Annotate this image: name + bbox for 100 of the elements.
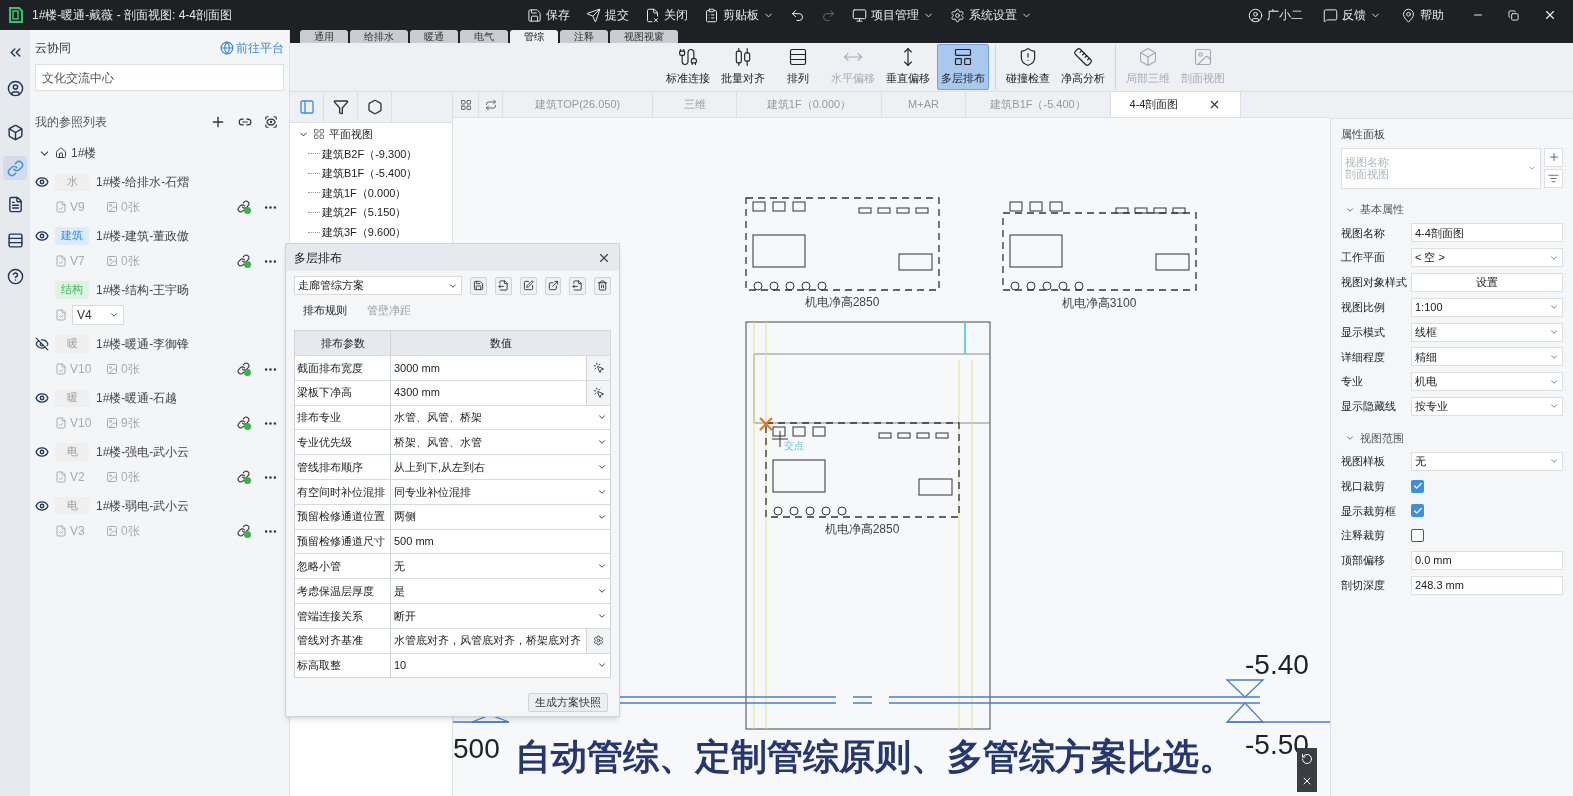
value-select[interactable]: 10 [391, 653, 610, 678]
ribbon-tab[interactable]: 通用 [300, 30, 348, 43]
value-select[interactable]: 机电 [1411, 372, 1563, 392]
ribbon-button[interactable]: 多层排布 [937, 44, 989, 90]
restore-icon[interactable] [1508, 9, 1519, 21]
add-icon[interactable] [210, 114, 226, 130]
value-field[interactable]: 500 mm [391, 529, 610, 554]
setting-button[interactable]: 设置 [1411, 273, 1563, 292]
toolbar-button[interactable]: 关闭 [641, 6, 692, 24]
value-select[interactable]: 断开 [391, 603, 610, 628]
value-field[interactable]: 0.0 mm [1411, 550, 1563, 570]
value-select[interactable]: 1:100 [1411, 297, 1563, 317]
dialog-tab[interactable]: 排布规则 [303, 302, 347, 319]
ribbon-button[interactable]: 标准连接 [662, 44, 714, 90]
value-select[interactable]: 同专业补位混排 [391, 480, 610, 504]
view-tab[interactable]: 4-4剖面图 [1111, 92, 1241, 117]
edit-type-button[interactable] [1544, 168, 1563, 188]
value-field[interactable]: 3000 mm [391, 356, 586, 380]
tree-node[interactable]: 1#楼 [35, 143, 284, 163]
linked-icon[interactable] [237, 254, 251, 268]
tree-item[interactable]: 建筑B2F（-9.300） [322, 145, 418, 163]
linked-icon[interactable] [237, 200, 251, 214]
import-button[interactable] [569, 276, 587, 295]
ribbon-tab[interactable]: 给排水 [350, 30, 408, 43]
value-select[interactable]: 两侧 [391, 504, 610, 529]
section-header[interactable]: 基本属性 [1341, 198, 1563, 221]
reset-icon[interactable] [1301, 753, 1313, 765]
eye-icon[interactable] [35, 390, 49, 405]
toolbar-button[interactable]: 提交 [582, 6, 633, 24]
pin-icon [1401, 7, 1416, 23]
link-icon[interactable] [238, 115, 252, 129]
tree-item[interactable]: 建筑2F（5.150） [322, 204, 407, 221]
rename-button[interactable] [519, 276, 537, 295]
value-select[interactable]: 桥架、风管、水管 [391, 430, 610, 455]
scheme-select[interactable]: 走廊管综方案 [294, 276, 463, 295]
linked-icon[interactable] [237, 362, 251, 376]
ribbon-tab[interactable]: 电气 [460, 30, 508, 43]
section-header[interactable]: 视图范围 [1341, 426, 1563, 449]
value-select[interactable]: 从上到下,从左到右 [391, 455, 610, 479]
search-field[interactable]: 文化交流中心 [35, 64, 284, 91]
eye-off-icon[interactable] [35, 336, 49, 351]
value-field[interactable]: 4300 mm [391, 380, 586, 405]
tree-node[interactable]: 平面视图 [290, 124, 452, 144]
value-select[interactable]: 线框 [1411, 322, 1563, 342]
linked-icon[interactable] [237, 416, 251, 430]
platform-link[interactable]: 前往平台 [220, 39, 284, 57]
ribbon-button[interactable]: 净高分析 [1057, 44, 1109, 90]
value-select[interactable]: < 空 > [1411, 248, 1563, 268]
checkbox[interactable] [1411, 504, 1424, 518]
save-button[interactable] [470, 276, 488, 295]
tree-item[interactable]: 建筑1F（0.000） [322, 184, 407, 202]
linked-icon[interactable] [237, 470, 251, 484]
value-field[interactable]: 水管底对齐，风管底对齐，桥架底对齐 [391, 628, 586, 653]
value-field[interactable]: 4-4剖面图 [1411, 223, 1563, 243]
tree-item[interactable]: 建筑3F（9.600） [322, 223, 407, 241]
toolbar-button[interactable]: 保存 [523, 6, 574, 24]
toolbar-button[interactable]: 系统设置 [946, 6, 1036, 24]
ribbon-tab[interactable]: 视图视窗 [610, 30, 678, 43]
close-icon[interactable] [1543, 8, 1557, 22]
toolbar-button[interactable]: 帮助 [1397, 6, 1448, 24]
export-button[interactable] [544, 276, 562, 295]
eye-icon[interactable] [35, 174, 49, 189]
value-select[interactable]: 按专业 [1411, 396, 1563, 416]
linked-icon[interactable] [237, 524, 251, 538]
value-select[interactable]: 水管、风管、桥架 [391, 405, 610, 430]
tree-item[interactable]: 建筑B1F（-5.400） [322, 165, 418, 182]
model-name: 1#楼-结构-王宇旸 [96, 281, 190, 299]
switch-icon[interactable] [484, 98, 497, 111]
ribbon-tab[interactable]: 注释 [560, 30, 608, 43]
save-as-button[interactable] [495, 276, 512, 295]
property-label: 显示裁剪框 [1341, 503, 1397, 519]
ribbon-tab[interactable]: 暖通 [410, 30, 458, 43]
eye-icon[interactable] [35, 444, 49, 459]
rows-icon [788, 47, 808, 68]
scan-icon[interactable] [264, 115, 278, 129]
version-text: V10 [70, 361, 93, 378]
value-select[interactable]: 无 [1411, 451, 1563, 471]
close-icon[interactable] [1301, 775, 1313, 787]
eye-icon[interactable] [35, 228, 49, 243]
version-select[interactable]: V4 [72, 305, 124, 325]
ribbon-button[interactable]: 批量对齐 [717, 44, 769, 90]
value-select[interactable]: 无 [391, 554, 610, 579]
grid-icon[interactable] [459, 98, 472, 111]
checkbox[interactable] [1411, 479, 1424, 493]
value-select[interactable]: 精细 [1411, 347, 1563, 367]
ribbon-tab[interactable]: 管综 [510, 30, 558, 43]
checkbox[interactable] [1411, 529, 1424, 543]
toolbar-button[interactable]: 剪贴板 [700, 6, 778, 24]
dialog-title: 多层排布 [294, 249, 342, 267]
eye-icon[interactable] [35, 498, 49, 513]
ribbon-button[interactable]: 排列 [772, 44, 824, 90]
value-select[interactable]: 是 [391, 579, 610, 603]
toolbar-button[interactable]: 反馈 [1319, 6, 1385, 24]
ribbon-button[interactable]: 垂直偏移 [882, 44, 934, 90]
snapshot-button[interactable]: 生成方案快照 [528, 693, 608, 712]
delete-button[interactable] [594, 276, 611, 295]
value-field[interactable]: 248.3 mm [1411, 575, 1563, 595]
ribbon-button[interactable]: 碰撞检查 [1002, 44, 1054, 90]
toolbar-button[interactable]: 广小二 [1244, 6, 1307, 24]
toolbar-button[interactable]: 项目管理 [848, 6, 938, 24]
